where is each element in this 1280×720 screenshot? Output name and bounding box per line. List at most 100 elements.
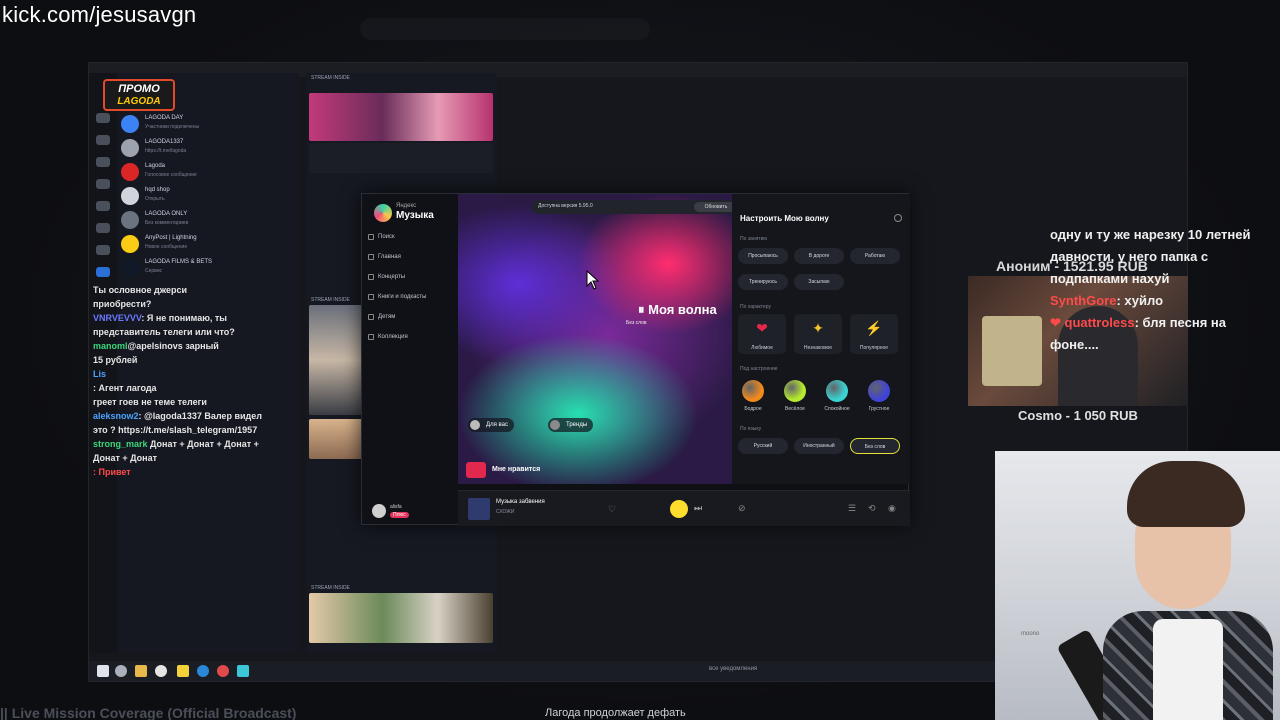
chat-message: aleksnow2: @lagoda1337 Валер видел [93, 409, 293, 423]
folder-icon[interactable] [96, 201, 110, 211]
app-icon[interactable] [177, 665, 189, 677]
overlay-logo [982, 316, 1042, 386]
streamer-webcam: moono [995, 451, 1280, 720]
avatar[interactable] [372, 504, 386, 518]
settings-option-pill[interactable]: Без слов [850, 438, 900, 454]
settings-option-pill[interactable]: Иностранный [794, 438, 844, 454]
folder-icon[interactable] [96, 113, 110, 123]
telegram-chat-row[interactable]: LAGODA ONLY Без комментариев [117, 209, 299, 233]
folder-icon[interactable] [96, 157, 110, 167]
character-card[interactable]: ⚡ Популярное [850, 314, 898, 354]
chat-message: приобрести? [93, 297, 293, 311]
ym-nav-item[interactable]: Поиск [368, 234, 395, 240]
folder-icon[interactable] [96, 179, 110, 189]
telegram-chat-row[interactable]: AnyPost | Lightning Новое сообщение [117, 233, 299, 257]
stream-thumbnail[interactable] [309, 93, 493, 141]
explorer-icon[interactable] [135, 665, 147, 677]
dislike-icon[interactable]: ⊘ [738, 503, 746, 514]
liked-label[interactable]: Мне нравится [492, 466, 540, 473]
character-card[interactable]: ❤ Любимое [738, 314, 786, 354]
chat-text: это ? https://t.me/slash_telegram/1957 [93, 425, 258, 435]
background-title: || Live Mission Coverage (Official Broad… [0, 705, 297, 720]
video-thumbnail[interactable] [309, 305, 367, 415]
track-cover[interactable] [468, 498, 490, 520]
chat-username[interactable]: strong_mark [93, 439, 148, 449]
settings-option-pill[interactable]: В дороге [794, 248, 844, 264]
mic-label: moono [1021, 631, 1040, 637]
chat-text: : Привет [93, 467, 131, 477]
browser-icon[interactable] [155, 665, 167, 677]
chat-text: : хуйло [1116, 293, 1164, 308]
play-button[interactable] [670, 500, 688, 518]
telegram-chat-row[interactable]: LAGODA DAY Участники подключены [117, 113, 299, 137]
promo-line2: LAGODA [117, 96, 161, 107]
telegram-chat-row[interactable]: LAGODA1337 https://t.me/lagoda [117, 137, 299, 161]
like-icon[interactable]: ♡ [608, 504, 616, 515]
update-banner: Доступна версия 5.95.0 Обновить [532, 200, 742, 214]
stream-thumbnail[interactable] [309, 593, 493, 643]
trends-chip[interactable]: Тренды [548, 418, 594, 432]
queue-icon[interactable]: ☰ [848, 503, 856, 514]
next-icon[interactable]: ⏭ [694, 503, 702, 514]
ym-nav-item[interactable]: Детям [368, 314, 395, 320]
volume-icon[interactable]: ◉ [888, 503, 896, 514]
settings-option-pill[interactable]: Русский [738, 438, 788, 454]
chat-message: греет гоев не теме телеги [93, 395, 293, 409]
chat-text: представитель телеги или что? [93, 327, 235, 337]
ym-nav-item[interactable]: Книги и подкасты [368, 294, 427, 300]
folder-icon[interactable] [96, 245, 110, 255]
mood-circle[interactable] [784, 380, 806, 402]
chat-text: Донат + Донат [93, 453, 157, 463]
settings-option-pill[interactable]: Просыпаюсь [738, 248, 788, 264]
chat-message: strong_mark Донат + Донат + Донат + [93, 437, 293, 451]
track-artist[interactable]: СХОЖИ [496, 509, 515, 515]
mouse-cursor-icon [586, 270, 600, 290]
settings-option-pill[interactable]: Засыпаю [794, 274, 844, 290]
telegram-chat-row[interactable]: hqd shop Открыть [117, 185, 299, 209]
character-card[interactable]: ✦ Незнакомое [794, 314, 842, 354]
my-wave-title[interactable]: ⏸ Моя волна [638, 302, 717, 318]
my-wave-visual[interactable]: ⏸ Моя волна Без слов Для вас Тренды Мне … [458, 194, 732, 484]
feed-label: STREAM INSIDE [311, 297, 350, 303]
card-label: Любимое [751, 345, 773, 351]
app-icon[interactable] [237, 665, 249, 677]
stream-url: kick.com/jesusavgn [2, 2, 197, 27]
chat-preview: Участники подключены [145, 124, 200, 130]
post-preview [309, 143, 493, 173]
chat-message: это ? https://t.me/slash_telegram/1957 [93, 423, 293, 437]
repeat-icon[interactable]: ⟲ [868, 503, 876, 514]
for-you-chip[interactable]: Для вас [468, 418, 514, 432]
close-icon[interactable] [894, 214, 902, 222]
yandex-music-window: Яндекс Музыка Поиск Главная Концерты Книги … [361, 193, 910, 526]
chat-user: SynthGore [1050, 293, 1117, 308]
nav-icon [368, 334, 374, 340]
ym-nav-item[interactable]: Коллекция [368, 334, 408, 340]
video-thumbnail[interactable] [309, 419, 367, 459]
chat-username[interactable]: VNRVEVVV [93, 313, 141, 323]
wave-mode-chip[interactable]: Без слов [626, 320, 647, 326]
chat-username[interactable]: aleksnow2 [93, 411, 139, 421]
search-icon[interactable] [115, 665, 127, 677]
telegram-chat-row[interactable]: Lagoda Голосовое сообщение [117, 161, 299, 185]
chat-username[interactable]: manoml [93, 341, 128, 351]
telegram-chat-row[interactable]: LAGODA FILMS & BETS Сервис [117, 257, 299, 281]
mood-circle[interactable] [868, 380, 890, 402]
mood-circle[interactable] [826, 380, 848, 402]
ym-nav-item[interactable]: Концерты [368, 274, 405, 280]
folder-icon[interactable] [96, 135, 110, 145]
folder-icon[interactable] [96, 223, 110, 233]
nav-label: Главная [378, 254, 401, 260]
mood-circle[interactable] [742, 380, 764, 402]
folder-icon[interactable] [96, 267, 110, 277]
player-bar: Музыка забвения СХОЖИ ♡ ⏭ ⊘ ☰ ⟲ ◉ [458, 490, 910, 526]
ym-nav-item[interactable]: Главная [368, 254, 401, 260]
telegram-icon[interactable] [197, 665, 209, 677]
settings-option-pill[interactable]: Работаю [850, 248, 900, 264]
start-icon[interactable] [97, 665, 109, 677]
chat-preview: https://t.me/lagoda [145, 148, 187, 154]
track-title[interactable]: Музыка забвения [496, 499, 545, 505]
settings-option-pill[interactable]: Тренируюсь [738, 274, 788, 290]
app-icon[interactable] [217, 665, 229, 677]
badge-icon: ❤ [1050, 315, 1065, 330]
notifications-label[interactable]: все уведомления [709, 666, 757, 672]
